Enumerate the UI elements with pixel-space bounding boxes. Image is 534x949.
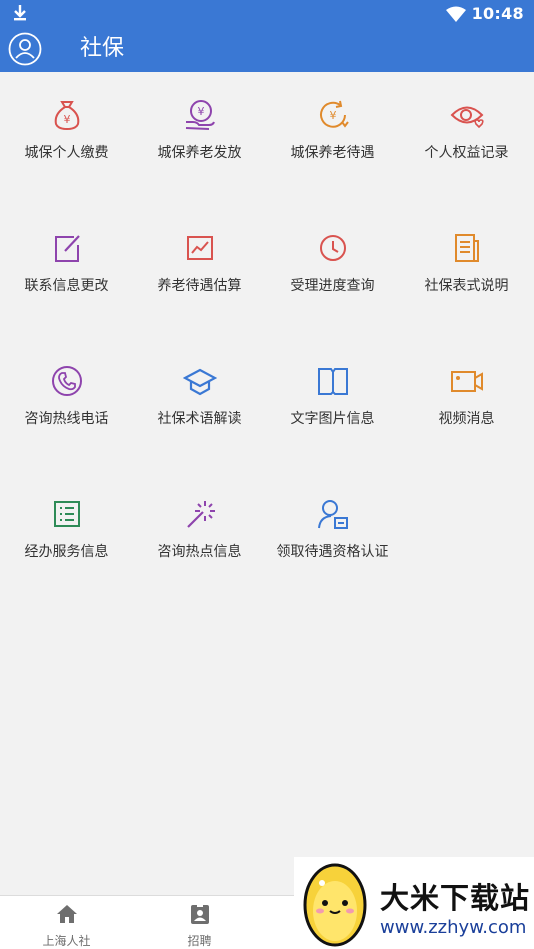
grid-item-hot-topics[interactable]: 咨询热点信息 [133,471,266,604]
status-time: 10:48 [471,4,524,23]
user-profile-icon[interactable] [8,32,42,66]
svg-text:¥: ¥ [63,113,70,126]
wifi-icon [445,6,466,22]
grid-item-progress-query[interactable]: 受理进度查询 [266,205,399,338]
grid-item-pension-estimate[interactable]: 养老待遇估算 [133,205,266,338]
grid-item-label: 城保个人缴费 [24,145,109,161]
grid-item-terminology[interactable]: 社保术语解读 [133,338,266,471]
grid-item-label: 养老待遇估算 [157,278,242,294]
grid-item-label: 文字图片信息 [290,411,375,427]
user-card-icon [317,500,348,529]
top-bar: 10:48 社保 [0,0,534,72]
nav-item-label: 招聘 [187,934,212,948]
yuan-refresh-icon: ¥ [319,100,349,128]
watermark: 大米下载站 www.zzhyw.com [294,857,534,949]
magic-wand-icon [186,501,215,528]
list-icon [53,501,80,527]
rice-mascot-logo [303,863,367,947]
grid-item-label: 经办服务信息 [24,544,109,560]
watermark-title: 大米下载站 [380,881,531,915]
nav-item-label: 上海人社 [42,934,91,948]
download-icon [14,5,26,21]
grid-item-service-info[interactable]: 经办服务信息 [0,471,133,604]
svg-text:¥: ¥ [197,105,204,118]
grid-item-label: 社保表式说明 [424,278,509,294]
grid-item-label: 联系信息更改 [24,278,109,294]
grid-item-pension-benefits[interactable]: ¥ 城保养老待遇 [266,72,399,205]
eye-heart-icon [450,106,484,129]
grid-item-label: 咨询热点信息 [157,544,242,560]
svg-text:¥: ¥ [329,109,336,122]
grid-item-label: 城保养老待遇 [290,145,375,161]
book-icon [317,368,348,395]
grid-item-pension-payout[interactable]: ¥ 城保养老发放 [133,72,266,205]
grid-item-video-message[interactable]: 视频消息 [400,338,533,471]
badge-icon [190,903,209,924]
page-title: 社保 [80,36,125,61]
grid-item-hotline[interactable]: 咨询热线电话 [0,338,133,471]
grid-item-label: 视频消息 [438,411,495,427]
status-bar: 10:48 [0,0,534,28]
clock-icon [319,235,346,261]
chart-icon [186,236,213,260]
money-bag-icon: ¥ [54,101,79,131]
grid-item-label: 社保术语解读 [157,411,242,427]
video-icon [450,371,483,392]
grid-item-text-image-info[interactable]: 文字图片信息 [266,338,399,471]
grid-item-label: 个人权益记录 [424,145,509,161]
phone-icon [51,366,82,396]
nav-item-recruitment[interactable]: 招聘 [133,896,266,949]
grid-item-form-explanation[interactable]: 社保表式说明 [400,205,533,338]
nav-item-home[interactable]: 上海人社 [0,896,133,949]
grid-item-label: 咨询热线电话 [24,411,109,427]
home-icon [56,905,77,923]
grid-item-label: 受理进度查询 [290,278,375,294]
document-icon [454,234,479,262]
grid-item-personal-payment[interactable]: ¥ 城保个人缴费 [0,72,133,205]
grid-item-contact-update[interactable]: 联系信息更改 [0,205,133,338]
grid-item-rights-record[interactable]: 个人权益记录 [400,72,533,205]
graduation-cap-icon [182,368,217,396]
grid-item-label: 领取待遇资格认证 [276,544,389,560]
edit-icon [54,235,80,262]
yuan-hand-icon: ¥ [185,100,215,130]
watermark-url: www.zzhyw.com [380,917,527,938]
grid-item-qualification-cert[interactable]: 领取待遇资格认证 [266,471,399,604]
grid-item-label: 城保养老发放 [157,145,242,161]
